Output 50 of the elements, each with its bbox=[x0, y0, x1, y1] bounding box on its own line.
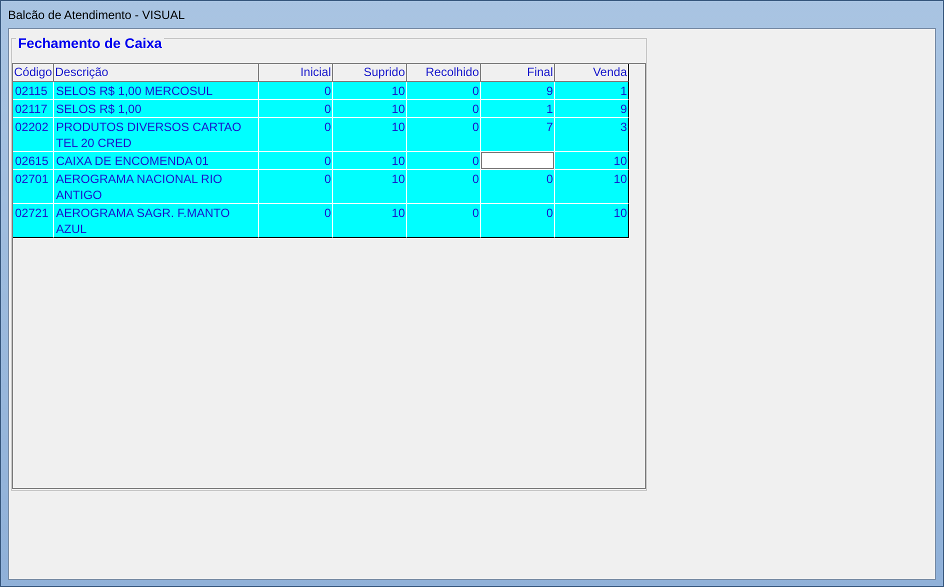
table-cell: 10 bbox=[333, 170, 407, 204]
table-cell: SELOS R$ 1,00 MERCOSUL bbox=[54, 82, 259, 100]
table-cell: 02117 bbox=[13, 100, 54, 118]
table-cell: AEROGRAMA SAGR. F.MANTO AZUL bbox=[54, 204, 259, 238]
table-cell: 0 bbox=[407, 152, 481, 170]
table-cell: 02615 bbox=[13, 152, 54, 170]
table-cell: 10 bbox=[333, 82, 407, 100]
table-cell: 10 bbox=[333, 118, 407, 152]
table-cell: 0 bbox=[481, 204, 555, 238]
table-cell: 10 bbox=[555, 204, 629, 238]
table-cell: 9 bbox=[555, 100, 629, 118]
table-cell: 0 bbox=[407, 118, 481, 152]
table-cell: 3 bbox=[555, 118, 629, 152]
table-cell: 0 bbox=[259, 170, 333, 204]
table-cell: 10 bbox=[333, 100, 407, 118]
column-header[interactable]: Final bbox=[481, 64, 555, 82]
table-cell: 0 bbox=[407, 82, 481, 100]
table-cell: 10 bbox=[333, 204, 407, 238]
column-header[interactable]: Código bbox=[13, 64, 54, 82]
table-cell: 0 bbox=[259, 100, 333, 118]
window-title: Balcão de Atendimento - VISUAL bbox=[8, 6, 185, 24]
table-cell: 1 bbox=[555, 82, 629, 100]
column-header[interactable]: Venda bbox=[555, 64, 629, 82]
table-cell: 02115 bbox=[13, 82, 54, 100]
table-cell: 0 bbox=[259, 152, 333, 170]
table-cell: 02721 bbox=[13, 204, 54, 238]
table-cell: 02701 bbox=[13, 170, 54, 204]
table-cell: 10 bbox=[333, 152, 407, 170]
column-header[interactable]: Descrição bbox=[54, 64, 259, 82]
table-cell: 02202 bbox=[13, 118, 54, 152]
table-cell: PRODUTOS DIVERSOS CARTAO TEL 20 CRED bbox=[54, 118, 259, 152]
table-cell: 9 bbox=[481, 82, 555, 100]
table-cell: 1 bbox=[481, 100, 555, 118]
table-cell: 0 bbox=[481, 170, 555, 204]
table-cell: 7 bbox=[481, 118, 555, 152]
table-cell: 10 bbox=[555, 152, 629, 170]
table-cell: 0 bbox=[407, 204, 481, 238]
column-header[interactable]: Inicial bbox=[259, 64, 333, 82]
table-cell: 0 bbox=[407, 170, 481, 204]
final-input-field[interactable] bbox=[481, 152, 554, 169]
table-cell: 0 bbox=[259, 204, 333, 238]
column-header[interactable]: Suprido bbox=[333, 64, 407, 82]
table-cell: 0 bbox=[259, 118, 333, 152]
table-cell: AEROGRAMA NACIONAL RIO ANTIGO bbox=[54, 170, 259, 204]
table-cell: 10 bbox=[555, 170, 629, 204]
table-cell: 0 bbox=[259, 82, 333, 100]
table-cell: 0 bbox=[407, 100, 481, 118]
column-header[interactable]: Recolhido bbox=[407, 64, 481, 82]
table-cell: SELOS R$ 1,00 bbox=[54, 100, 259, 118]
table-cell: CAIXA DE ENCOMENDA 01 bbox=[54, 152, 259, 170]
